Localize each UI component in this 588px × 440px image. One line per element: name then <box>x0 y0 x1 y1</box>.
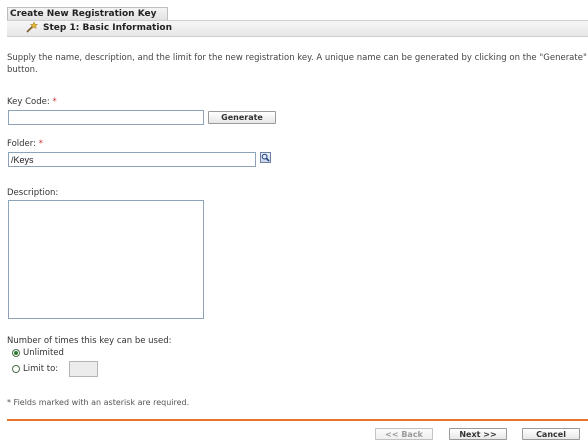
radio-limit-label: Limit to: <box>23 364 59 374</box>
folder-label-text: Folder: <box>7 139 39 149</box>
required-note: * Fields marked with an asterisk are req… <box>7 398 190 407</box>
next-button[interactable]: Next >> <box>449 428 507 440</box>
radio-unlimited-label: Unlimited <box>23 348 64 358</box>
key-code-input[interactable] <box>8 110 204 125</box>
instructions-text: Supply the name, description, and the li… <box>7 53 587 75</box>
key-code-label-text: Key Code: <box>7 97 53 107</box>
cancel-button[interactable]: Cancel <box>522 428 580 440</box>
folder-label: Folder: * <box>7 139 43 149</box>
generate-button[interactable]: Generate <box>208 111 276 124</box>
folder-input[interactable] <box>8 152 256 167</box>
back-button[interactable]: << Back <box>375 428 433 440</box>
description-textarea[interactable] <box>8 200 204 319</box>
key-code-label: Key Code: * <box>7 97 57 107</box>
required-mark: * <box>52 97 57 107</box>
description-label: Description: <box>7 188 59 198</box>
usage-label: Number of times this key can be used: <box>7 336 172 346</box>
footer-divider <box>7 419 588 421</box>
page-title: Create New Registration Key <box>7 7 168 20</box>
radio-limit-circle[interactable] <box>12 365 20 373</box>
step-title: Step 1: Basic Information <box>43 23 173 33</box>
limit-input[interactable] <box>69 361 98 377</box>
search-icon <box>261 153 270 165</box>
required-mark: * <box>38 139 43 149</box>
folder-browse-button[interactable] <box>260 152 271 163</box>
radio-unlimited-circle[interactable] <box>12 349 20 357</box>
wand-icon <box>26 21 39 33</box>
